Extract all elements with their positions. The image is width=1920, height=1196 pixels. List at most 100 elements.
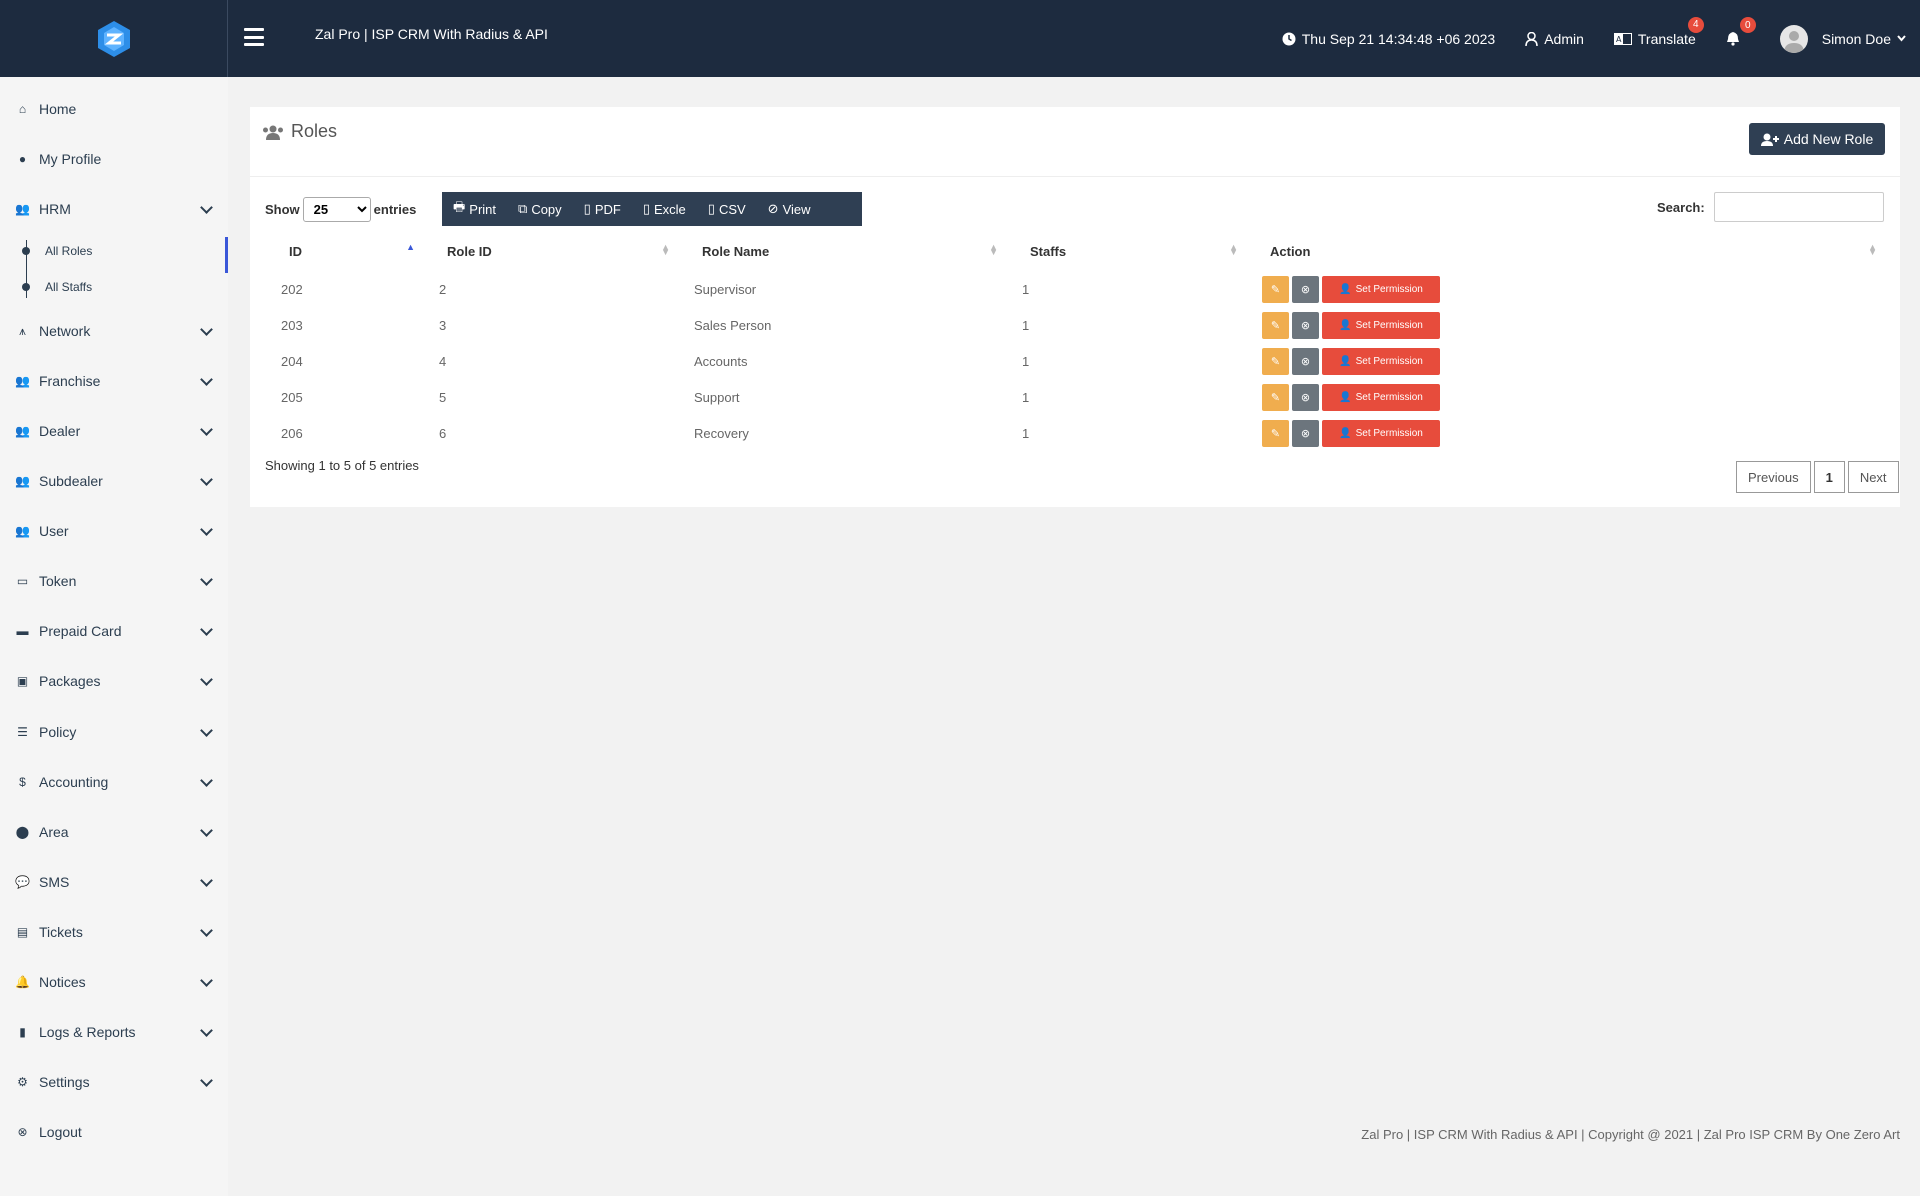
users-icon: 👥 (15, 474, 30, 488)
user-lock-icon: 👤 (1339, 427, 1352, 439)
delete-button[interactable]: ⊗ (1292, 419, 1319, 447)
app-logo-icon[interactable] (95, 19, 133, 59)
delete-button[interactable]: ⊗ (1292, 311, 1319, 339)
sidebar-item-tickets[interactable]: ▤ Tickets (0, 914, 228, 950)
sidebar-item-packages[interactable]: ▣ Packages (0, 663, 228, 699)
edit-button[interactable]: ✎ (1262, 419, 1289, 447)
user-icon (1525, 31, 1538, 46)
set-permission-button[interactable]: 👤 Set Permission (1322, 419, 1440, 447)
sidebar-item-logout[interactable]: ⊗ Logout (0, 1114, 228, 1150)
column-visibility-button[interactable]: ⊘ View (757, 192, 822, 226)
sidebar-item-prepaid-card[interactable]: ▬ Prepaid Card (0, 613, 228, 649)
edit-icon: ✎ (1270, 391, 1281, 404)
search-input[interactable] (1714, 192, 1884, 222)
sidebar-subitem-all-roles[interactable]: All Roles (22, 241, 92, 261)
page-1-button[interactable]: 1 (1813, 461, 1845, 493)
sidebar-item-notices[interactable]: 🔔 Notices (0, 964, 228, 1000)
sidebar-item-label: Franchise (39, 373, 101, 389)
set-permission-label: Set Permission (1355, 391, 1423, 403)
sidebar-item-area[interactable]: ⬤ Area (0, 814, 228, 850)
table-info: Showing 1 to 5 of 5 entries (265, 458, 419, 473)
sidebar-item-settings[interactable]: ⚙ Settings (0, 1064, 228, 1100)
delete-button[interactable]: ⊗ (1292, 275, 1319, 303)
sort-icon: ▲ ▼ (661, 242, 670, 257)
sidebar-item-label: Dealer (39, 423, 81, 439)
copy-button[interactable]: ⧉ Copy (507, 192, 573, 226)
excel-button[interactable]: ▯ Excle (632, 192, 697, 226)
edit-icon: ✎ (1270, 427, 1281, 440)
cell-staffs: 1 (1022, 281, 1030, 297)
sidebar-item-user[interactable]: 👥 User (0, 513, 228, 549)
ticket-icon: ▭ (16, 574, 29, 588)
edit-button[interactable]: ✎ (1262, 275, 1289, 303)
sidebar-item-home[interactable]: ⌂ Home (0, 91, 228, 127)
sidebar-item-accounting[interactable]: $ Accounting (0, 764, 228, 800)
column-header-role-id[interactable]: Role ID ▲ ▼ (423, 231, 678, 271)
column-header-role-name[interactable]: Role Name ▲ ▼ (678, 231, 1006, 271)
column-header-id[interactable]: ID ▲ (265, 231, 423, 271)
cell-staffs: 1 (1022, 353, 1030, 369)
user-lock-icon: 👤 (1339, 391, 1352, 403)
close-circle-icon: ⊗ (1300, 283, 1311, 296)
sidebar-item-label: Packages (39, 673, 101, 689)
language-icon: A (1613, 32, 1632, 45)
entries-select[interactable]: 25 (302, 196, 371, 222)
sidebar-item-label: Home (39, 101, 77, 117)
sidebar-item-token[interactable]: ▭ Token (0, 563, 228, 599)
sidebar-subitem-all-staffs[interactable]: All Staffs (22, 277, 92, 297)
sidebar-item-dealer[interactable]: 👥 Dealer (0, 413, 228, 449)
users-icon: 👥 (15, 424, 30, 438)
column-header-staffs[interactable]: Staffs ▲ ▼ (1006, 231, 1246, 271)
chevron-down-icon (200, 673, 213, 686)
sidebar-item-franchise[interactable]: 👥 Franchise (0, 363, 228, 399)
sidebar-item-network[interactable]: ⩚ Network (0, 313, 228, 349)
pdf-label: PDF (594, 201, 621, 217)
set-permission-button[interactable]: 👤 Set Permission (1322, 275, 1440, 303)
chevron-down-icon (200, 1024, 213, 1037)
pdf-button[interactable]: ▯ PDF (573, 192, 632, 226)
set-permission-button[interactable]: 👤 Set Permission (1322, 311, 1440, 339)
notifications-button[interactable]: 0 (1726, 17, 1756, 46)
pdf-file-icon: ▯ (583, 201, 591, 216)
sidebar-item-label: Area (39, 824, 69, 840)
sidebar-item-subdealer[interactable]: 👥 Subdealer (0, 463, 228, 499)
next-page-button[interactable]: Next (1847, 461, 1899, 493)
print-button[interactable]: 🖶 Print (442, 192, 507, 226)
sidebar-item-label: User (39, 523, 69, 539)
admin-link[interactable]: Admin (1525, 31, 1584, 47)
printer-icon: 🖶 (453, 199, 466, 214)
sidebar-item-policy[interactable]: ☰ Policy (0, 714, 228, 750)
edit-button[interactable]: ✎ (1262, 347, 1289, 375)
translate-link[interactable]: A Translate 4 (1613, 16, 1704, 47)
cell-role-id: 3 (439, 317, 447, 333)
column-header-action[interactable]: Action ▲ ▼ (1246, 231, 1885, 271)
user-menu[interactable]: Simon Doe (1779, 24, 1906, 53)
set-permission-button[interactable]: 👤 Set Permission (1322, 383, 1440, 411)
length-control: Show 25 entries (265, 192, 416, 226)
set-permission-button[interactable]: 👤 Set Permission (1322, 347, 1440, 375)
menu-toggle-icon[interactable] (244, 28, 264, 46)
column-header-label: ID (289, 243, 302, 259)
delete-button[interactable]: ⊗ (1292, 383, 1319, 411)
sidebar-item-logs-reports[interactable]: ▮ Logs & Reports (0, 1014, 228, 1050)
export-toolbar: 🖶 Print ⧉ Copy ▯ PDF ▯ Excle ▯ CSV ⊘ Vie… (442, 192, 862, 226)
previous-page-button[interactable]: Previous (1736, 461, 1811, 493)
close-circle-icon: ⊗ (1300, 355, 1311, 368)
datetime-text: Thu Sep 21 14:34:48 +06 2023 (1301, 30, 1496, 47)
sidebar-item-my-profile[interactable]: ● My Profile (0, 141, 228, 177)
top-right-group: Thu Sep 21 14:34:48 +06 2023 Admin A Tra… (1282, 0, 1906, 77)
add-new-role-button[interactable]: Add New Role (1749, 123, 1885, 155)
set-permission-label: Set Permission (1355, 283, 1423, 295)
document-icon: ▤ (16, 925, 29, 939)
chevron-down-icon (200, 323, 213, 336)
table-row: 204 4 Accounts 1 ✎ ⊗ 👤 Set Permission (265, 343, 1885, 379)
delete-button[interactable]: ⊗ (1292, 347, 1319, 375)
chevron-down-icon (200, 523, 213, 536)
edit-button[interactable]: ✎ (1262, 383, 1289, 411)
csv-button[interactable]: ▯ CSV (697, 192, 757, 226)
edit-button[interactable]: ✎ (1262, 311, 1289, 339)
sidebar-subitem-label: All Staffs (45, 280, 93, 294)
column-header-label: Staffs (1030, 243, 1067, 259)
sidebar-item-sms[interactable]: 💬 SMS (0, 864, 228, 900)
sidebar-item-hrm[interactable]: 👥 HRM (0, 191, 228, 227)
